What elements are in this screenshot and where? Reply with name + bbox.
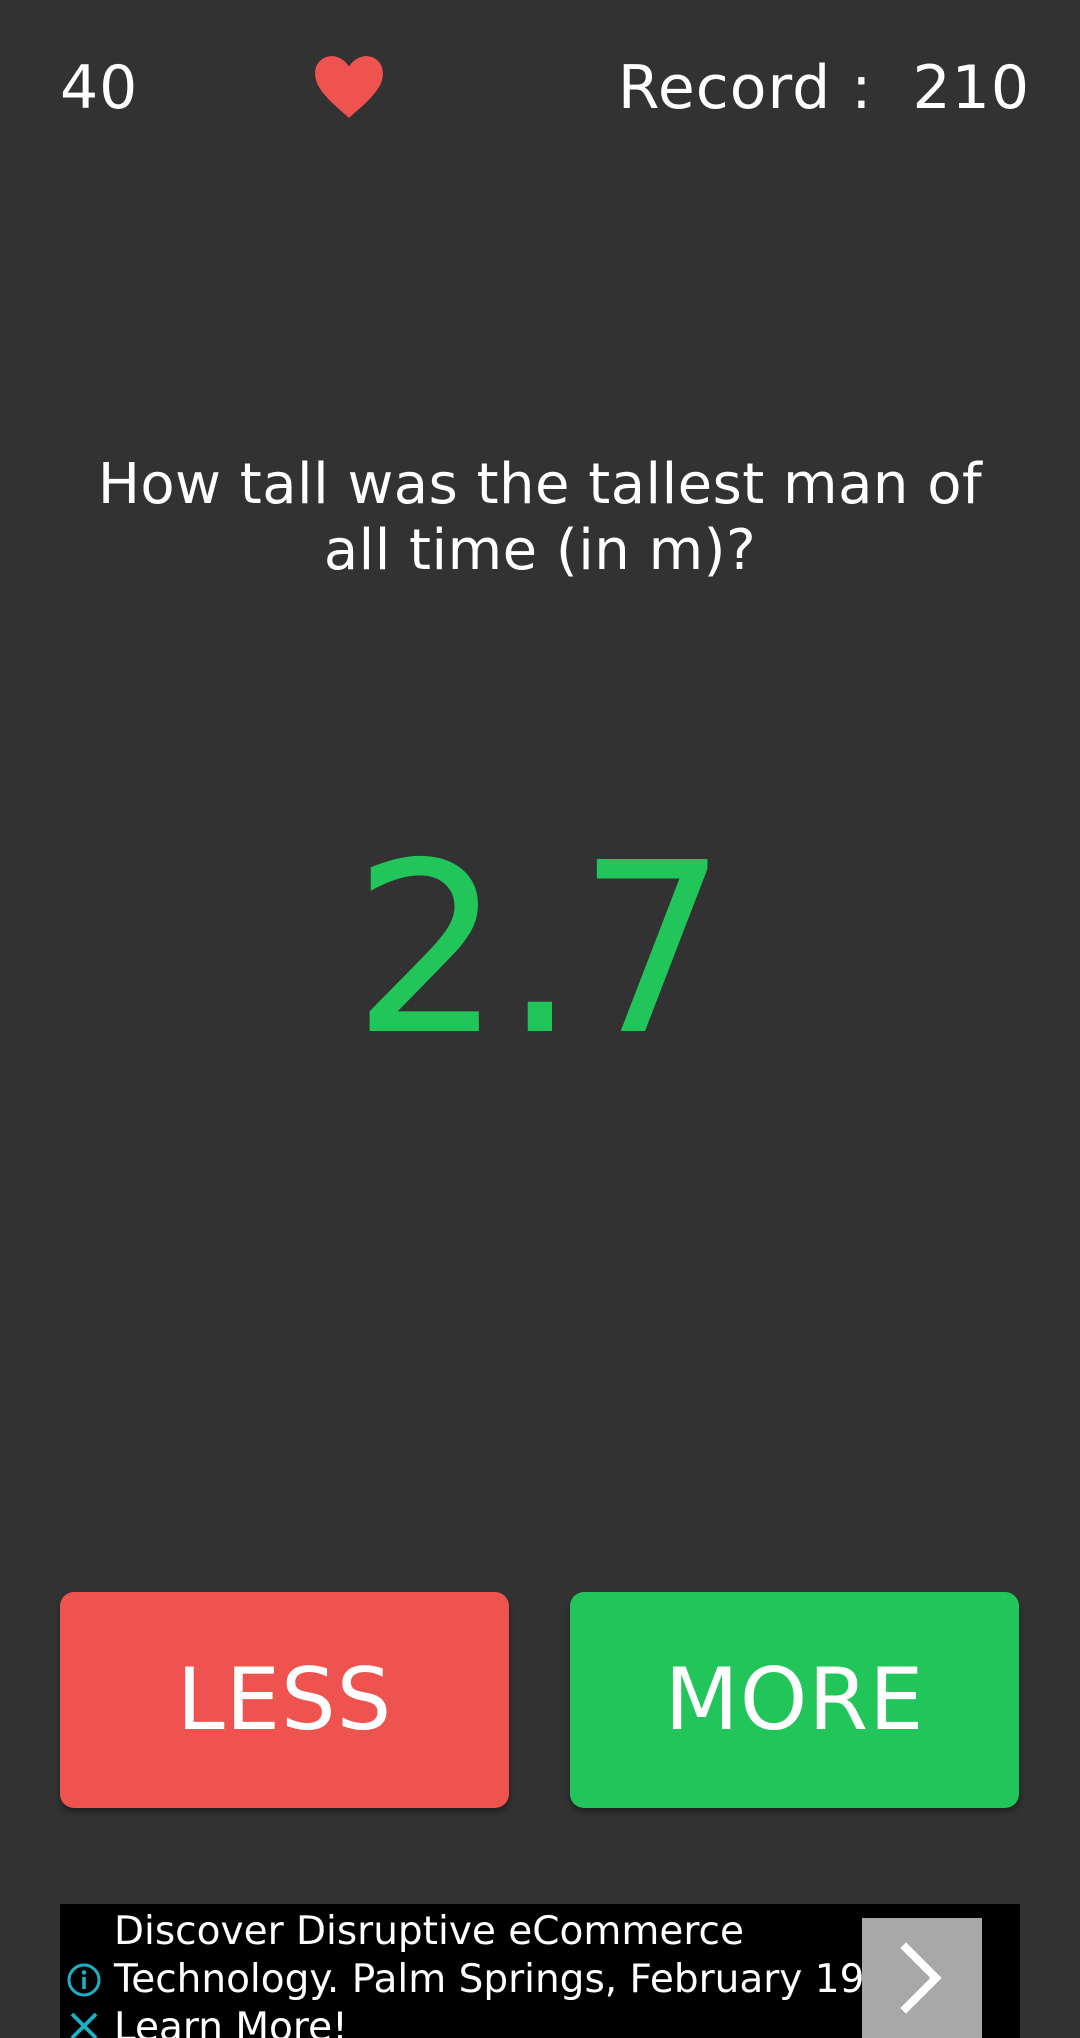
question-text: How tall was the tallest man of all time…	[97, 452, 983, 583]
info-icon[interactable]	[66, 1962, 102, 1998]
less-button[interactable]: LESS	[60, 1592, 509, 1808]
game-screen: 40 Record : 210 How tall was the tallest …	[0, 0, 1080, 2038]
heart-icon	[315, 56, 383, 118]
chevron-right-icon	[900, 1942, 942, 2014]
close-icon[interactable]	[66, 2008, 102, 2038]
more-button[interactable]: MORE	[570, 1592, 1019, 1808]
record-display: Record : 210	[618, 52, 1030, 124]
record-value: 210	[912, 53, 1030, 123]
ad-text[interactable]: Discover Disruptive eCommerce Technology…	[114, 1908, 894, 2038]
answer-value: 2.7	[352, 812, 728, 1087]
ad-banner[interactable]: Discover Disruptive eCommerce Technology…	[60, 1904, 1020, 2038]
ad-next-button[interactable]	[862, 1918, 982, 2038]
current-score: 40	[60, 53, 139, 123]
record-label: Record :	[617, 53, 873, 123]
